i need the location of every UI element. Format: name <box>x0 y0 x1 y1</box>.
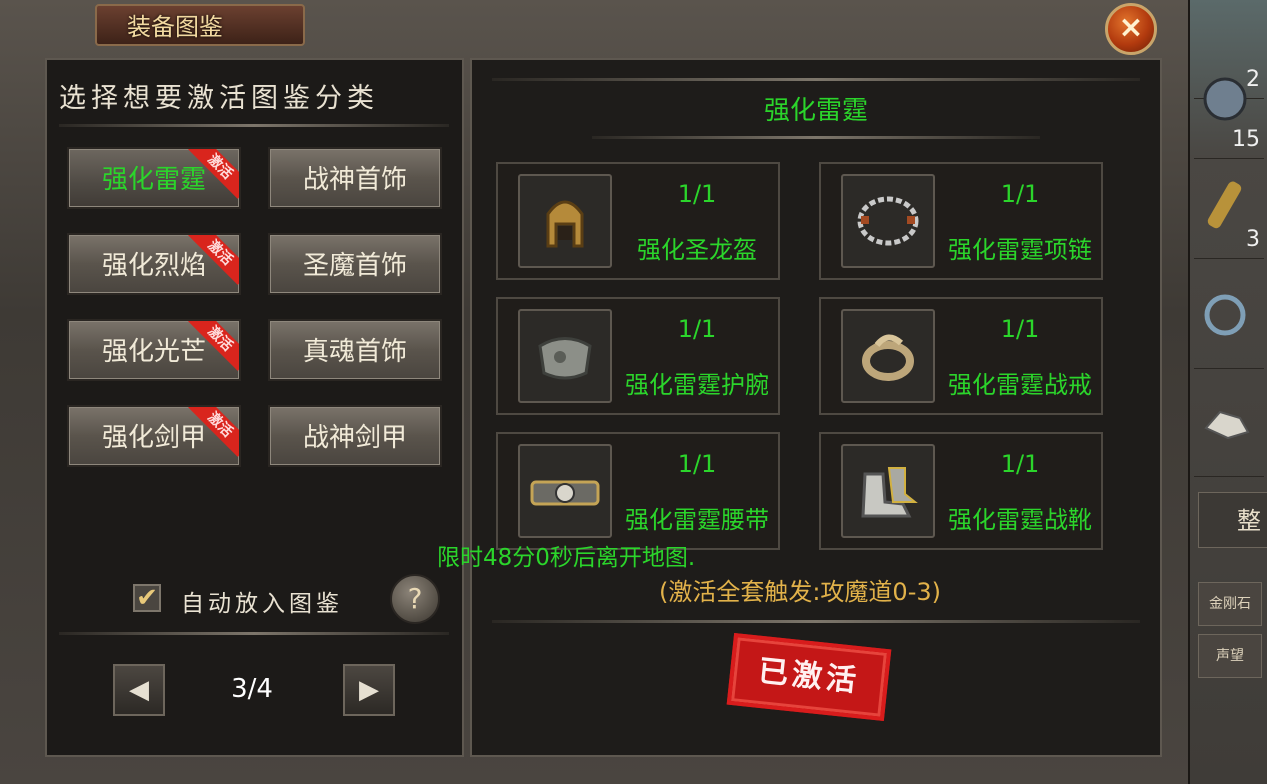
category-label: 战神首饰 <box>302 165 407 195</box>
category-button-qianghua-leiting[interactable]: 强化雷霆 激活 <box>67 147 241 209</box>
category-label: 战神剑甲 <box>302 423 407 453</box>
item-card[interactable]: 1/1 强化雷霆战戒 <box>819 297 1103 415</box>
arrow-left-icon: ◀ <box>129 675 149 705</box>
bracelet-icon <box>1204 294 1246 336</box>
belt-icon <box>518 444 612 538</box>
window-title: 装备图鉴 <box>95 4 305 46</box>
item-name: 强化雷霆腰带 <box>625 506 769 534</box>
inventory-slot[interactable]: 3 <box>1194 160 1264 259</box>
item-card[interactable]: 1/1 强化圣龙盔 <box>496 162 780 280</box>
boots-icon <box>841 444 935 538</box>
check-icon: ✔ <box>136 583 158 613</box>
reputation-button[interactable]: 声望 <box>1198 634 1262 678</box>
category-label: 圣魔首饰 <box>302 251 407 281</box>
category-label: 强化雷霆 <box>101 165 206 195</box>
divider <box>59 632 449 635</box>
close-icon: × <box>1118 10 1144 45</box>
inventory-slot[interactable]: 15 <box>1194 60 1264 159</box>
next-page-button[interactable]: ▶ <box>343 664 395 716</box>
divider <box>492 620 1140 623</box>
help-button[interactable]: ? <box>390 574 440 624</box>
item-count: 1/1 <box>677 180 717 208</box>
item-quantity: 15 <box>1232 127 1260 152</box>
item-card[interactable]: 1/1 强化雷霆战靴 <box>819 432 1103 550</box>
divider <box>592 136 1040 139</box>
collection-title: 强化雷霆 <box>763 96 868 126</box>
item-count: 1/1 <box>677 450 717 478</box>
item-name: 强化雷霆战戒 <box>948 371 1092 399</box>
item-count: 1/1 <box>1000 450 1040 478</box>
auto-add-label: 自动放入图鉴 <box>181 591 343 617</box>
item-card[interactable]: 1/1 强化雷霆腰带 <box>496 432 780 550</box>
question-icon: ? <box>407 582 423 615</box>
category-label: 强化光芒 <box>101 337 206 367</box>
category-button-zhenhun-shoushi[interactable]: 真魂首饰 <box>268 319 442 381</box>
prev-page-button[interactable]: ◀ <box>113 664 165 716</box>
item-count: 1/1 <box>677 315 717 343</box>
ring-icon <box>841 309 935 403</box>
category-label: 强化剑甲 <box>101 423 206 453</box>
category-button-qianghua-guangmang[interactable]: 强化光芒 激活 <box>67 319 241 381</box>
item-name: 强化雷霆护腕 <box>625 371 769 399</box>
close-button[interactable]: × <box>1105 3 1157 55</box>
category-label: 强化烈焰 <box>101 251 206 281</box>
category-panel: 选择想要激活图鉴分类 强化雷霆 激活 战神首饰 强化烈焰 激活 圣魔首饰 强化光… <box>45 58 464 757</box>
necklace-icon <box>841 174 935 268</box>
inventory-strip: 2 15 3 整 金刚石 声望 <box>1190 0 1267 784</box>
item-count: 1/1 <box>1000 315 1040 343</box>
set-bonus-text: (激活全套触发:攻魔道0-3) <box>658 578 941 606</box>
category-label: 真魂首饰 <box>302 337 407 367</box>
diamond-button[interactable]: 金刚石 <box>1198 582 1262 626</box>
item-count: 1/1 <box>1000 180 1040 208</box>
inventory-slot[interactable] <box>1194 378 1264 477</box>
item-name: 强化圣龙盔 <box>637 236 757 264</box>
arrow-right-icon: ▶ <box>359 675 379 705</box>
category-button-shengmo-shoushi[interactable]: 圣魔首饰 <box>268 233 442 295</box>
category-button-zhanshen-jianjia[interactable]: 战神剑甲 <box>268 405 442 467</box>
item-name: 强化雷霆战靴 <box>948 506 1092 534</box>
sort-button[interactable]: 整 <box>1198 492 1267 548</box>
item-card[interactable]: 1/1 强化雷霆项链 <box>819 162 1103 280</box>
gem-icon <box>1204 410 1250 440</box>
inventory-slot[interactable] <box>1194 270 1264 369</box>
page-indicator: 3/4 <box>231 674 273 704</box>
divider <box>59 124 449 127</box>
category-button-zhanshen-shoushi[interactable]: 战神首饰 <box>268 147 442 209</box>
divider <box>492 78 1140 81</box>
category-button-qianghua-lieyan[interactable]: 强化烈焰 激活 <box>67 233 241 295</box>
scroll-icon <box>1207 181 1242 229</box>
bracer-icon <box>518 309 612 403</box>
item-name: 强化雷霆项链 <box>948 236 1092 264</box>
helmet-icon <box>518 174 612 268</box>
category-panel-title: 选择想要激活图鉴分类 <box>59 83 379 114</box>
item-card[interactable]: 1/1 强化雷霆护腕 <box>496 297 780 415</box>
orb-icon <box>1203 77 1247 121</box>
map-timer-notice: 限时48分0秒后离开地图. <box>437 545 696 571</box>
category-button-qianghua-jianjia[interactable]: 强化剑甲 激活 <box>67 405 241 467</box>
auto-add-checkbox[interactable]: ✔ <box>133 584 161 612</box>
item-quantity: 3 <box>1246 227 1260 252</box>
